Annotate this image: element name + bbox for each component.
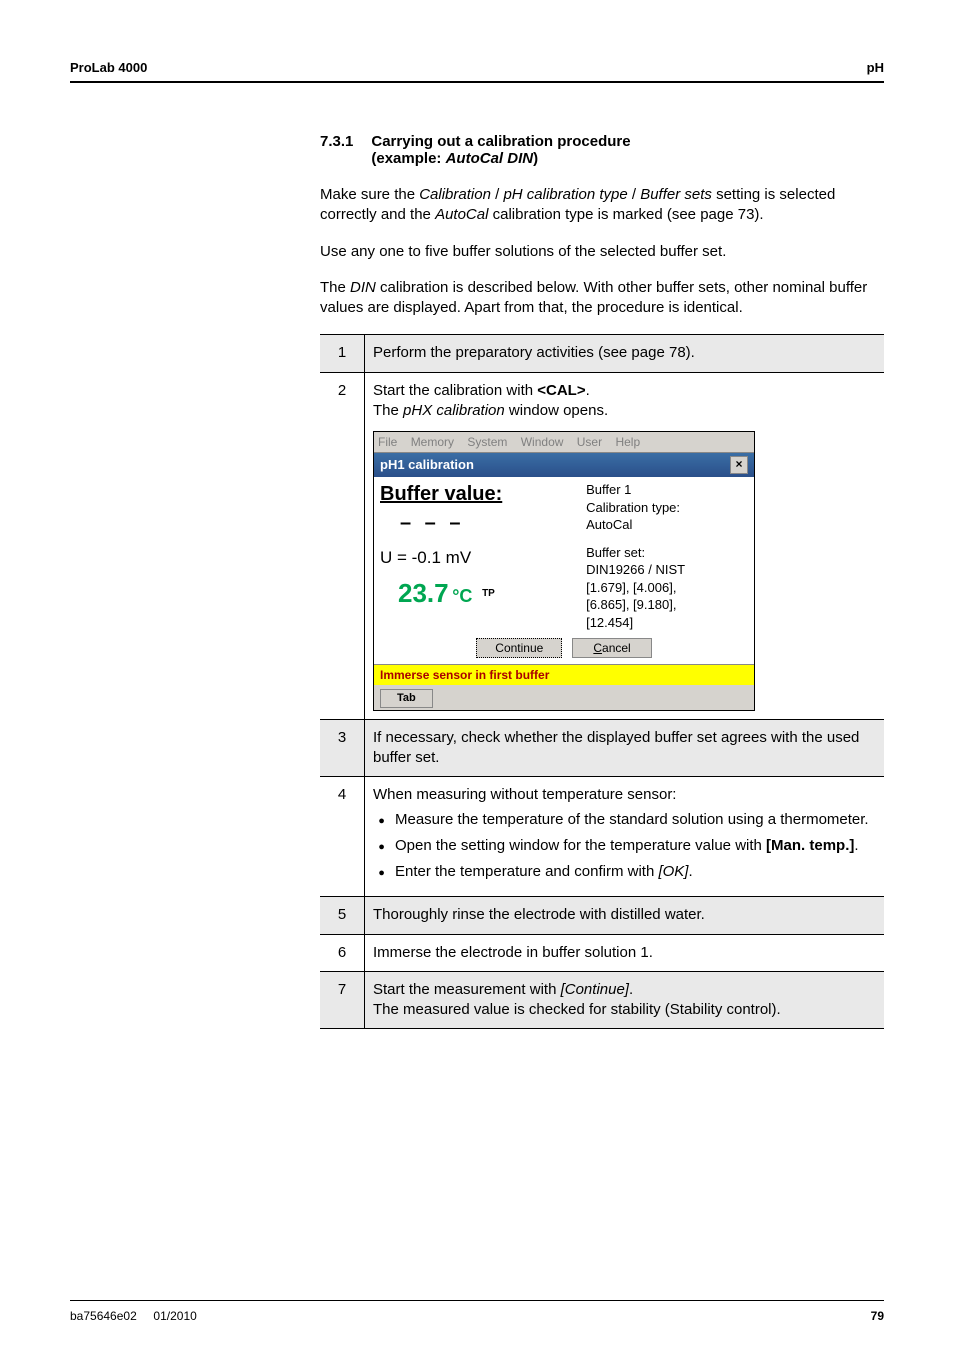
step-number: 1 xyxy=(320,335,365,372)
step-text: When measuring without temperature senso… xyxy=(365,777,885,897)
status-bar: Immerse sensor in first buffer xyxy=(374,664,754,685)
step-number: 3 xyxy=(320,719,365,777)
paragraph-1: Make sure the Calibration / pH calibrati… xyxy=(320,185,884,226)
cancel-button[interactable]: Cancel xyxy=(572,638,651,658)
step-text: Perform the preparatory activities (see … xyxy=(365,335,885,372)
menu-system[interactable]: System xyxy=(467,435,507,449)
table-row: 2 Start the calibration with <CAL>. The … xyxy=(320,372,884,719)
step-text: Start the measurement with [Continue]. T… xyxy=(365,971,885,1029)
page-number: 79 xyxy=(871,1309,884,1323)
page-header: ProLab 4000 pH xyxy=(70,60,884,83)
buffer-value-label: Buffer value: xyxy=(380,481,586,508)
section-heading: 7.3.1 Carrying out a calibration procedu… xyxy=(320,133,884,167)
table-row: 1 Perform the preparatory activities (se… xyxy=(320,335,884,372)
header-left: ProLab 4000 xyxy=(70,60,147,75)
menu-memory[interactable]: Memory xyxy=(411,435,454,449)
section-number: 7.3.1 xyxy=(320,133,353,167)
info-panel: Buffer 1 Calibration type: AutoCal Buffe… xyxy=(586,481,748,631)
paragraph-3: The DIN calibration is described below. … xyxy=(320,278,884,319)
step-text: Thoroughly rinse the electrode with dist… xyxy=(365,897,885,934)
continue-button[interactable]: Continue xyxy=(476,638,562,658)
menubar: File Memory System Window User Help xyxy=(374,432,754,453)
footer-left: ba75646e02 01/2010 xyxy=(70,1309,197,1323)
window-titlebar: pH1 calibration × xyxy=(374,453,754,477)
menu-user[interactable]: User xyxy=(577,435,602,449)
step-number: 6 xyxy=(320,934,365,971)
table-row: 3 If necessary, check whether the displa… xyxy=(320,719,884,777)
content-column: 7.3.1 Carrying out a calibration procedu… xyxy=(320,133,884,1029)
section-title: Carrying out a calibration procedure (ex… xyxy=(371,133,884,167)
table-row: 4 When measuring without temperature sen… xyxy=(320,777,884,897)
table-row: 6 Immerse the electrode in buffer soluti… xyxy=(320,934,884,971)
step-text: Start the calibration with <CAL>. The pH… xyxy=(365,372,885,719)
readout-panel: Buffer value: – – – U = -0.1 mV 23.7 °C … xyxy=(380,481,586,631)
step-number: 7 xyxy=(320,971,365,1029)
bullet-item: Open the setting window for the temperat… xyxy=(391,836,876,856)
step-text: Immerse the electrode in buffer solution… xyxy=(365,934,885,971)
steps-table: 1 Perform the preparatory activities (se… xyxy=(320,334,884,1029)
step-number: 4 xyxy=(320,777,365,897)
paragraph-2: Use any one to five buffer solutions of … xyxy=(320,242,884,262)
table-row: 7 Start the measurement with [Continue].… xyxy=(320,971,884,1029)
menu-file[interactable]: File xyxy=(378,435,397,449)
page-footer: ba75646e02 01/2010 79 xyxy=(70,1300,884,1323)
step-number: 5 xyxy=(320,897,365,934)
window-title: pH1 calibration xyxy=(380,456,474,474)
tp-badge: TP xyxy=(482,588,495,599)
voltage-readout: U = -0.1 mV xyxy=(380,547,586,570)
header-right: pH xyxy=(867,60,884,75)
step-number: 2 xyxy=(320,372,365,719)
table-row: 5 Thoroughly rinse the electrode with di… xyxy=(320,897,884,934)
calibration-window: File Memory System Window User Help pH1 … xyxy=(373,431,755,711)
tab-row: Tab xyxy=(374,685,754,710)
bullet-item: Enter the temperature and confirm with [… xyxy=(391,862,876,882)
buffer-value-readout: – – – xyxy=(400,510,586,537)
close-icon[interactable]: × xyxy=(730,456,748,474)
menu-window[interactable]: Window xyxy=(521,435,564,449)
step-text: If necessary, check whether the displaye… xyxy=(365,719,885,777)
bullet-item: Measure the temperature of the standard … xyxy=(391,810,876,830)
tab[interactable]: Tab xyxy=(380,689,433,708)
temperature-readout: 23.7 °C TP xyxy=(380,570,586,611)
menu-help[interactable]: Help xyxy=(615,435,640,449)
